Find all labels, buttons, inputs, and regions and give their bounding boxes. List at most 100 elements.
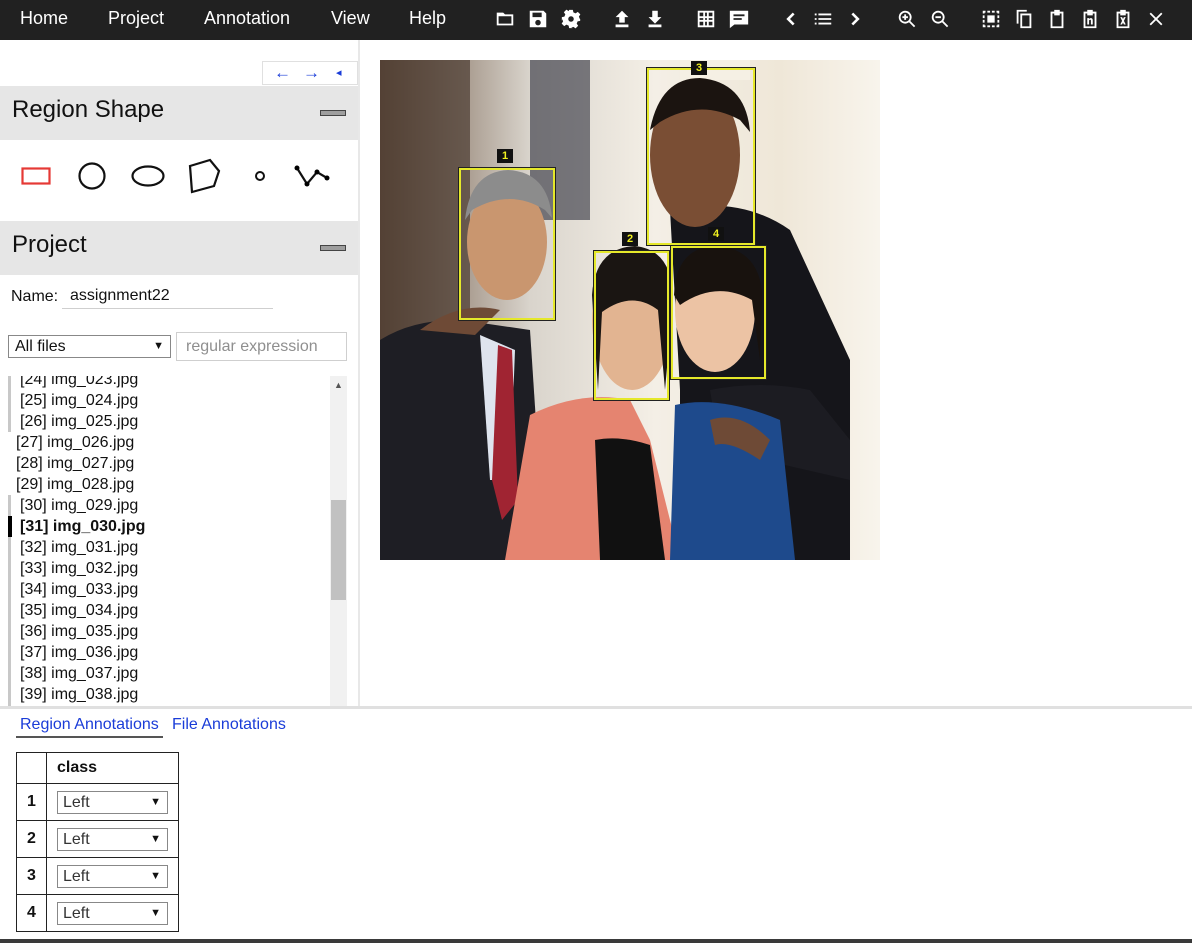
file-list-item[interactable]: [36] img_035.jpg [0, 621, 330, 642]
polygon-shape-icon[interactable] [184, 156, 224, 196]
project-name-input[interactable] [62, 283, 273, 309]
class-select[interactable]: Left ▼ [57, 827, 168, 851]
grid-view-icon[interactable] [692, 6, 720, 32]
project-title: Project [12, 231, 87, 258]
file-row-marker [8, 579, 11, 600]
file-name: [37] img_036.jpg [20, 644, 139, 661]
delete-x-icon[interactable] [1109, 6, 1137, 32]
save-icon[interactable] [524, 6, 552, 32]
file-row-marker [8, 495, 11, 516]
arrow-left-icon[interactable]: ← [274, 63, 291, 83]
class-select[interactable]: Left ▼ [57, 864, 168, 888]
file-list-item[interactable]: [24] img_023.jpg [0, 376, 330, 390]
collapse-sidebar-icon[interactable]: ◂ [336, 66, 342, 79]
scroll-up-icon[interactable]: ▲ [330, 380, 347, 392]
menu-help[interactable]: Help [409, 8, 446, 29]
menu-home[interactable]: Home [20, 8, 68, 29]
row-id: 4 [16, 894, 47, 932]
collapse-project-button[interactable] [320, 245, 346, 251]
sidebar-nav-arrows: ← → ◂ [262, 61, 358, 85]
class-select-value: Left [63, 867, 90, 885]
file-name: [27] img_026.jpg [16, 434, 135, 451]
file-row-marker [8, 411, 11, 432]
file-list-item[interactable]: [38] img_037.jpg [0, 663, 330, 684]
rectangle-shape-icon[interactable] [16, 156, 56, 196]
file-list-item[interactable]: [27] img_026.jpg [0, 432, 330, 453]
region-box-1[interactable] [459, 168, 555, 320]
copy-icon[interactable] [1010, 6, 1038, 32]
region-box-2[interactable] [594, 251, 669, 400]
file-list-item[interactable]: [25] img_024.jpg [0, 390, 330, 411]
bottom-panel-divider[interactable] [0, 706, 1192, 709]
collapse-region-shape-button[interactable] [320, 110, 346, 116]
arrow-right-icon[interactable]: → [303, 63, 320, 83]
paste-n-icon[interactable] [1076, 6, 1104, 32]
file-name: [32] img_031.jpg [20, 539, 139, 556]
file-name: [36] img_035.jpg [20, 623, 139, 640]
region-shape-header[interactable]: Region Shape [0, 86, 358, 140]
menu-annotation[interactable]: Annotation [204, 8, 290, 29]
file-list-scrollbar[interactable]: ▲ [330, 376, 347, 706]
file-name: [38] img_037.jpg [20, 665, 139, 682]
list-icon[interactable] [809, 6, 837, 32]
menu-view[interactable]: View [331, 8, 370, 29]
upload-icon[interactable] [608, 6, 636, 32]
region-attributes-table: class 1 Left ▼ 2 Left ▼ 3 Left ▼ 4 Left … [16, 752, 179, 932]
zoom-in-icon[interactable] [893, 6, 921, 32]
download-icon[interactable] [641, 6, 669, 32]
point-shape-icon[interactable] [240, 156, 280, 196]
active-tab-indicator [16, 736, 163, 738]
region-box-4[interactable] [671, 246, 766, 379]
polyline-shape-icon[interactable] [292, 156, 332, 196]
file-row-marker [8, 684, 11, 705]
file-list-item[interactable]: [30] img_029.jpg [0, 495, 330, 516]
next-icon[interactable] [842, 6, 870, 32]
file-name: [26] img_025.jpg [20, 413, 139, 430]
file-row-marker [8, 390, 11, 411]
table-row: 4 Left ▼ [16, 894, 179, 932]
file-list-item[interactable]: [29] img_028.jpg [0, 474, 330, 495]
project-name-label: Name: [11, 288, 59, 305]
file-name: [28] img_027.jpg [16, 455, 135, 472]
comment-icon[interactable] [725, 6, 753, 32]
regex-filter-input[interactable] [176, 332, 347, 361]
file-list-item-current[interactable]: [31] img_030.jpg [0, 516, 330, 537]
file-row-marker [8, 516, 12, 537]
file-list-item[interactable]: [34] img_033.jpg [0, 579, 330, 600]
settings-icon[interactable] [557, 6, 585, 32]
file-list-item[interactable]: [26] img_025.jpg [0, 411, 330, 432]
close-icon[interactable] [1142, 6, 1170, 32]
previous-icon[interactable] [776, 6, 804, 32]
chevron-down-icon: ▼ [150, 869, 161, 882]
region-box-3[interactable] [647, 68, 755, 245]
file-list-item[interactable]: [37] img_036.jpg [0, 642, 330, 663]
file-list-item[interactable]: [35] img_034.jpg [0, 600, 330, 621]
select-all-icon[interactable] [977, 6, 1005, 32]
menu-project[interactable]: Project [108, 8, 164, 29]
project-header[interactable]: Project [0, 221, 358, 275]
chevron-down-icon: ▼ [153, 340, 164, 352]
zoom-out-icon[interactable] [926, 6, 954, 32]
paste-icon[interactable] [1043, 6, 1071, 32]
class-cell: Left ▼ [46, 894, 179, 932]
file-list-item[interactable]: [39] img_038.jpg [0, 684, 330, 705]
region-label-2: 2 [622, 232, 638, 246]
circle-shape-icon[interactable] [72, 156, 112, 196]
file-list-item[interactable]: [33] img_032.jpg [0, 558, 330, 579]
class-select-value: Left [63, 793, 90, 811]
table-header-class: class [46, 752, 179, 784]
annotation-canvas[interactable]: 1 2 3 4 [380, 60, 880, 560]
table-row: 3 Left ▼ [16, 857, 179, 895]
file-filter-select[interactable]: All files ▼ [8, 335, 171, 358]
ellipse-shape-icon[interactable] [128, 156, 168, 196]
tab-region-annotations[interactable]: Region Annotations [20, 716, 159, 734]
row-id: 1 [16, 783, 47, 821]
class-select[interactable]: Left ▼ [57, 790, 168, 814]
scrollbar-thumb[interactable] [331, 500, 346, 600]
file-list-item[interactable]: [28] img_027.jpg [0, 453, 330, 474]
file-row-marker [8, 663, 11, 684]
file-list-item[interactable]: [32] img_031.jpg [0, 537, 330, 558]
tab-file-annotations[interactable]: File Annotations [172, 716, 286, 734]
folder-open-icon[interactable] [491, 6, 519, 32]
class-select[interactable]: Left ▼ [57, 901, 168, 925]
